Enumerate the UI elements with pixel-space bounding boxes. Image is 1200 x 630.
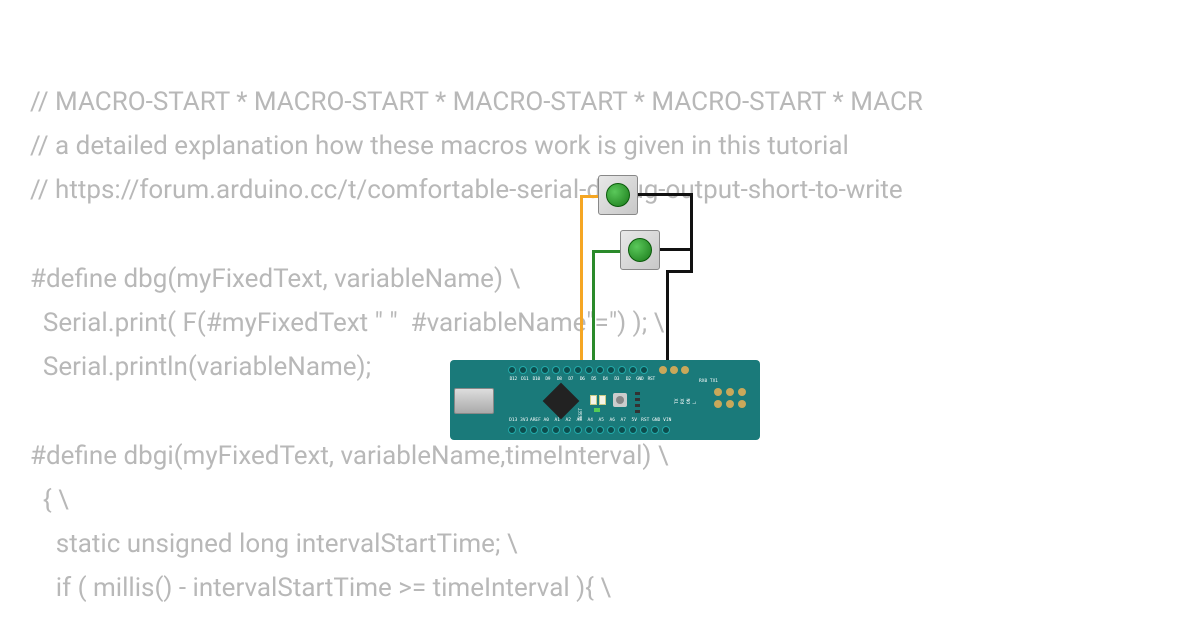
wire-black	[660, 248, 693, 251]
code-line: if ( millis() - intervalStartTime >= tim…	[30, 573, 611, 603]
arduino-nano-board[interactable]: RESET D12D11D10 D9D8D7 D6D5D4 D3D2GND RS…	[450, 360, 760, 440]
button-cap-icon	[628, 238, 652, 262]
code-line: Serial.println(variableName);	[30, 352, 371, 382]
wire-green	[592, 250, 620, 253]
wire-black	[690, 193, 693, 273]
wire-black	[638, 193, 693, 196]
reset-button-icon	[613, 393, 627, 407]
pin-labels-bottom: D133V3AREF A0A1A2 A3A4A5 A6A75V RSTGNDVI…	[508, 418, 673, 423]
code-line: // a detailed explanation how these macr…	[30, 131, 849, 161]
wire-black	[666, 270, 693, 273]
code-line: { \	[30, 485, 69, 515]
button-cap-icon	[606, 183, 630, 207]
led-icon	[594, 408, 600, 412]
pushbutton-1[interactable]	[598, 175, 638, 215]
pushbutton-2[interactable]	[620, 230, 660, 270]
pin-header-top	[508, 366, 689, 374]
resistor-icon	[635, 410, 640, 413]
smd-component-icon	[590, 395, 597, 405]
rxtx-label: RX0 TX1	[699, 379, 718, 384]
pin-header-bottom	[508, 426, 670, 434]
pin-labels-top: D12D11D10 D9D8D7 D6D5D4 D3D2GND RST	[508, 377, 657, 382]
code-line: static unsigned long intervalStartTime; …	[30, 529, 518, 559]
usb-connector-icon	[454, 388, 494, 414]
resistor-icon	[635, 398, 640, 401]
resistor-icon	[635, 392, 640, 395]
circuit-diagram[interactable]: RESET D12D11D10 D9D8D7 D6D5D4 D3D2GND RS…	[430, 170, 770, 450]
resistor-icon	[635, 404, 640, 407]
mcu-chip-icon	[543, 383, 580, 420]
status-led-labels: TXRX ONL	[675, 390, 698, 404]
wire-orange	[580, 195, 583, 370]
wire-black	[666, 270, 669, 370]
wire-green	[592, 250, 595, 370]
smd-component-icon	[599, 395, 606, 405]
icsp-header-icon	[714, 388, 748, 410]
code-line: // MACRO-START * MACRO-START * MACRO-STA…	[30, 87, 923, 117]
